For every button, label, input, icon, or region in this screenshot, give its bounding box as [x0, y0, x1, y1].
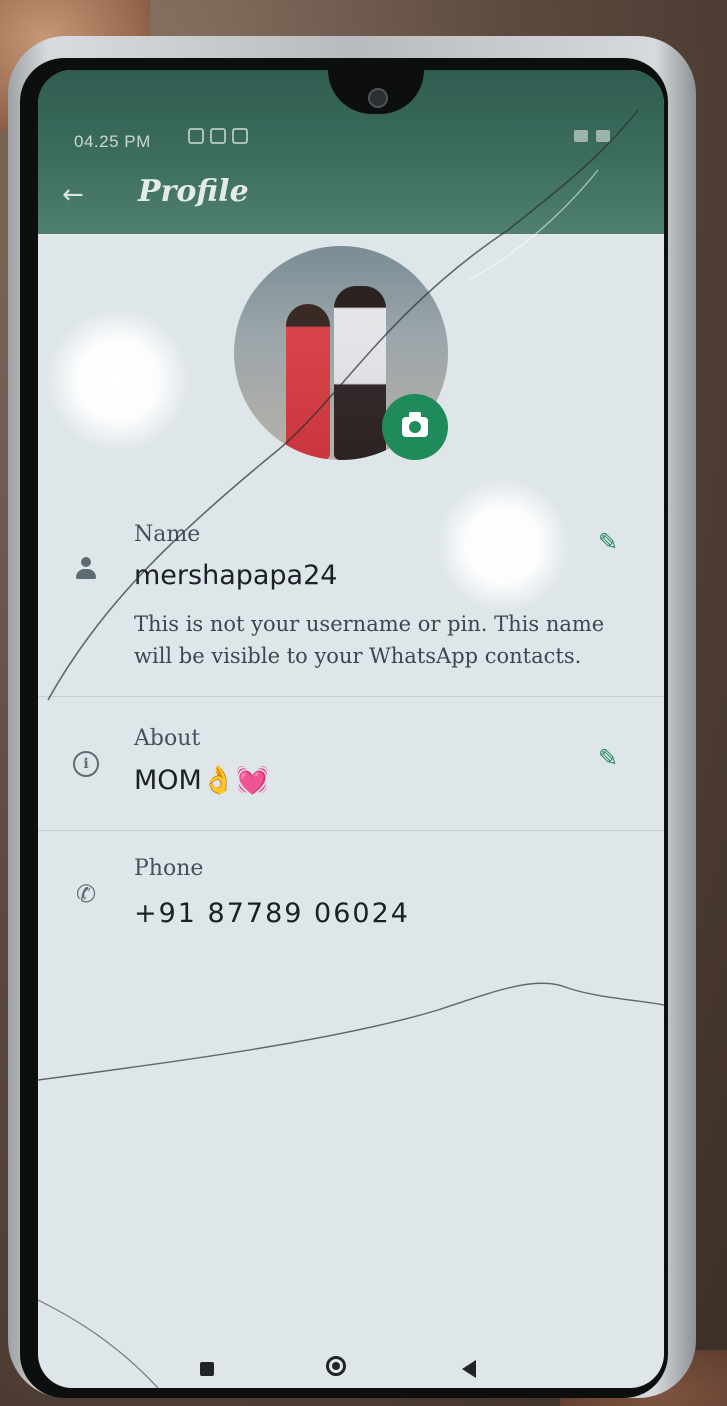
name-value: mershapapa24: [134, 560, 338, 591]
name-label: Name: [134, 522, 201, 547]
camera-icon: [402, 412, 428, 437]
signal-icon: [574, 130, 588, 142]
status-time: 04.25 PM: [74, 132, 151, 151]
light-glare: [48, 310, 188, 450]
divider: [38, 696, 664, 697]
about-row[interactable]: i About MOM👌💓 ✎: [38, 726, 664, 826]
name-hint: This is not your username or pin. This n…: [134, 612, 605, 668]
light-glare: [438, 480, 568, 610]
change-photo-button[interactable]: [382, 394, 448, 460]
profile-photo-area: [234, 246, 448, 460]
pencil-icon[interactable]: ✎: [598, 744, 618, 772]
front-camera: [368, 88, 388, 108]
photo-figure-man: [334, 286, 386, 460]
page-title: Profile: [138, 174, 249, 209]
person-icon: [72, 554, 100, 582]
phone-value: +91 87789 06024: [134, 898, 410, 929]
square-icon[interactable]: [200, 1362, 214, 1376]
phone-row: ✆ Phone +91 87789 06024: [38, 856, 664, 946]
about-value: MOM👌💓: [134, 765, 270, 796]
divider: [38, 830, 664, 831]
battery-icon: [596, 130, 610, 142]
notification-icon: [232, 128, 248, 144]
pencil-icon[interactable]: ✎: [598, 528, 618, 556]
notification-icon: [210, 128, 226, 144]
circle-home-icon[interactable]: [326, 1356, 346, 1376]
notification-icon: [188, 128, 204, 144]
info-icon: i: [72, 750, 100, 778]
name-row[interactable]: Name mershapapa24 This is not your usern…: [38, 520, 664, 690]
phone-icon: ✆: [75, 880, 97, 908]
arrow-left-icon[interactable]: ←: [62, 182, 84, 208]
system-status-icons: [574, 130, 634, 142]
triangle-back-icon[interactable]: [462, 1360, 476, 1378]
phone-screen: 04.25 PM ← Profile Name mershapapa24 Thi…: [38, 70, 664, 1388]
phone-label: Phone: [134, 856, 204, 881]
system-nav-bar: [38, 1336, 664, 1388]
about-label: About: [134, 726, 201, 751]
status-icons: [188, 128, 248, 144]
photo-figure-woman: [286, 304, 330, 460]
